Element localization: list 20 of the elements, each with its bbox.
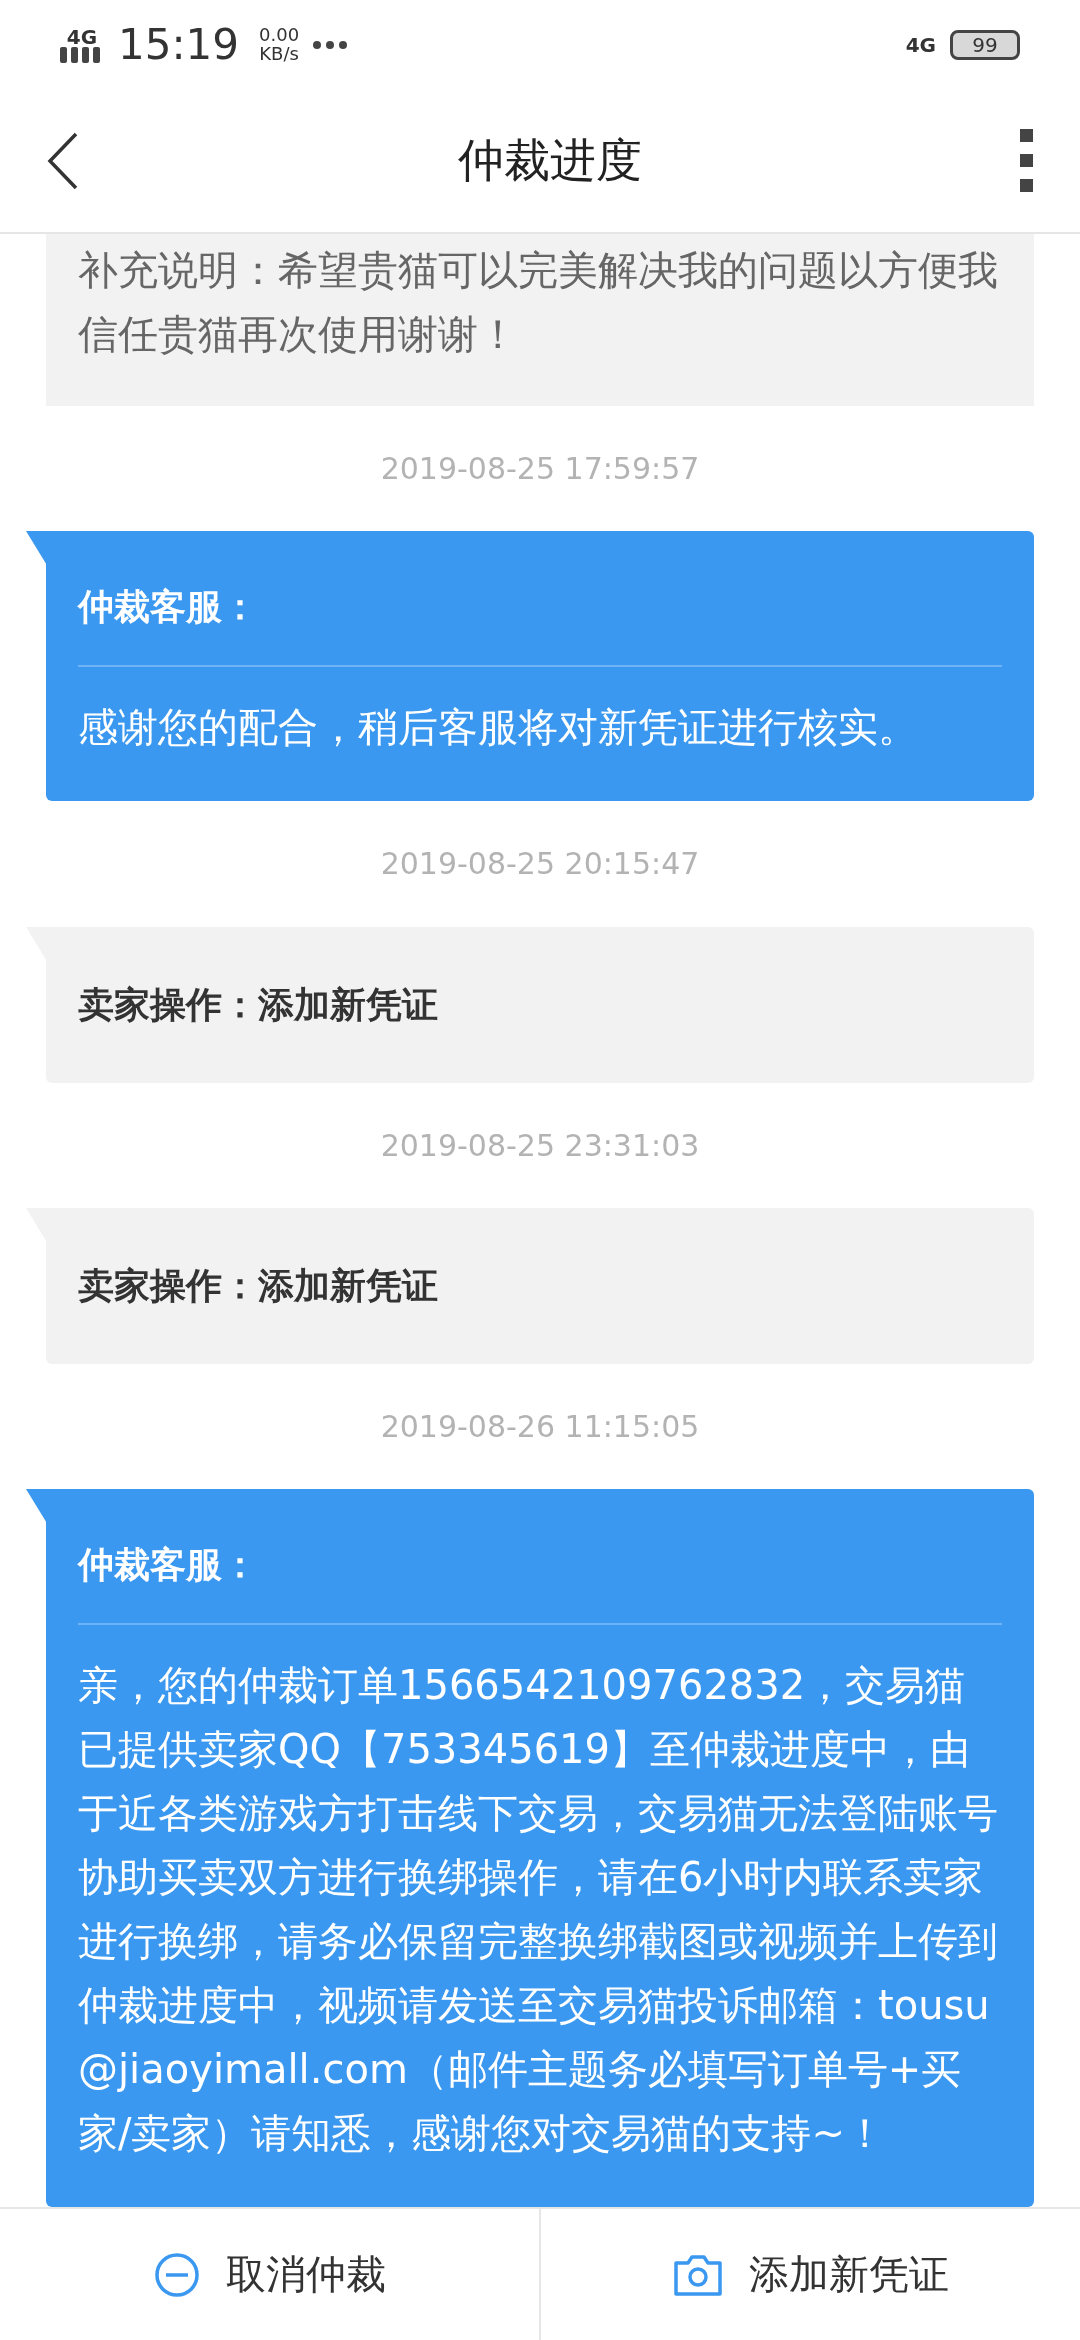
more-notifications-icon [313, 41, 348, 49]
clock-time: 15:19 [118, 24, 240, 66]
battery-icon: 99 [950, 30, 1020, 60]
timestamp: 2019-08-26 11:15:05 [380, 1408, 700, 1444]
network-label: 4G [66, 27, 98, 47]
page-title: 仲裁进度 [458, 132, 642, 189]
message-text: 亲，您的仲裁订单1566542109762832，交易猫已提供卖家QQ【753345619】至仲裁进度中，由于近各类游戏方打击线下交易，交易猫无法登陆账号协助买卖双方进行换绑操作，请在6小时内联系卖家进行换绑，请务必保留完整换绑截图或视频并上传到仲裁进度中，视频请发送至交易猫投诉邮箱：tousu@jiaoyimall.com（邮件主题务必填写订单号+买家/卖家）请知悉，感谢您对交易猫的支持~！ [78, 1661, 999, 2158]
network-speed: 0.00 KB/s [259, 26, 300, 64]
sender-label: 仲裁客服： [78, 1539, 1002, 1625]
message-text: 补充说明：希望贵猫可以完美解决我的问题以方便我信任贵猫再次使用谢谢！ [46, 234, 1034, 406]
minus-circle-icon [153, 2251, 200, 2298]
timestamp: 2019-08-25 17:59:57 [380, 451, 700, 487]
timestamp: 2019-08-25 23:31:03 [380, 1127, 700, 1163]
action-text: 卖家操作：添加新凭证 [78, 1263, 439, 1308]
camera-icon [672, 2252, 723, 2297]
sender-label: 仲裁客服： [78, 581, 1002, 668]
timestamp: 2019-08-25 20:15:47 [380, 846, 700, 882]
action-text: 卖家操作：添加新凭证 [78, 982, 439, 1027]
network-label: 4G [905, 35, 936, 55]
message-text: 感谢您的配合，稍后客服将对新凭证进行核实。 [78, 703, 919, 753]
